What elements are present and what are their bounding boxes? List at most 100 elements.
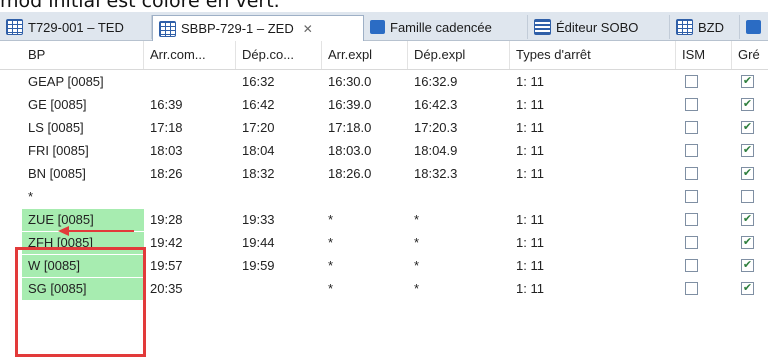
cell-arr-com[interactable]: 19:28 — [144, 209, 236, 231]
ism-checkbox[interactable] — [685, 98, 698, 111]
cell-arr-expl[interactable]: * — [322, 232, 408, 254]
table-row[interactable]: BN [0085] 18:26 18:32 18:26.0 18:32.3 1: 11 — [0, 163, 768, 185]
gre-checkbox[interactable] — [741, 282, 754, 295]
cell-arr-com[interactable]: 18:26 — [144, 163, 236, 185]
gre-checkbox[interactable] — [741, 259, 754, 272]
cell-dep-expl[interactable]: * — [408, 255, 510, 277]
tab-t729-001-ted[interactable]: T729-001 – TED — [0, 15, 152, 39]
ism-checkbox[interactable] — [685, 190, 698, 203]
cell-dep-expl[interactable]: 16:32.9 — [408, 71, 510, 93]
cell-dep-expl[interactable]: 16:42.3 — [408, 94, 510, 116]
cell-arr-com[interactable]: 19:42 — [144, 232, 236, 254]
cell-arr-com[interactable]: 17:18 — [144, 117, 236, 139]
cell-arr-com[interactable] — [144, 71, 236, 93]
gre-checkbox[interactable] — [741, 144, 754, 157]
cell-types-arret[interactable]: 1: 11 — [510, 255, 676, 277]
table-row[interactable]: LS [0085] 17:18 17:20 17:18.0 17:20.3 1: 11 — [0, 117, 768, 139]
cell-arr-com[interactable]: 18:03 — [144, 140, 236, 162]
cell-dep-co[interactable]: 17:20 — [236, 117, 322, 139]
gre-checkbox[interactable] — [741, 190, 754, 203]
gre-checkbox[interactable] — [741, 236, 754, 249]
table-row[interactable]: GEAP [0085] 16:32 16:30.0 16:32.9 1: 11 — [0, 71, 768, 93]
col-arr-expl[interactable]: Arr.expl — [322, 41, 408, 69]
cell-types-arret[interactable]: 1: 11 — [510, 71, 676, 93]
table-row[interactable]: GE [0085] 16:39 16:42 16:39.0 16:42.3 1: 11 — [0, 94, 768, 116]
tab-famille-cadencee[interactable]: Famille cadencée — [364, 15, 528, 39]
cell-arr-expl[interactable]: * — [322, 255, 408, 277]
tab-label: T729-001 – TED — [28, 19, 124, 35]
col-dep-expl[interactable]: Dép.expl — [408, 41, 510, 69]
cell-bp[interactable]: GEAP [0085] — [22, 71, 144, 93]
cell-bp[interactable]: BN [0085] — [22, 163, 144, 185]
cell-types-arret[interactable] — [510, 186, 676, 208]
ism-checkbox[interactable] — [685, 121, 698, 134]
cell-arr-expl[interactable]: 18:26.0 — [322, 163, 408, 185]
ism-checkbox[interactable] — [685, 167, 698, 180]
cell-arr-com[interactable]: 16:39 — [144, 94, 236, 116]
cell-dep-expl[interactable]: 18:04.9 — [408, 140, 510, 162]
cell-bp[interactable]: LS [0085] — [22, 117, 144, 139]
cell-dep-co[interactable]: 18:32 — [236, 163, 322, 185]
ism-checkbox[interactable] — [685, 75, 698, 88]
col-arr-com[interactable]: Arr.com... — [144, 41, 236, 69]
ism-checkbox[interactable] — [685, 282, 698, 295]
gre-checkbox[interactable] — [741, 167, 754, 180]
cell-arr-com[interactable] — [144, 186, 236, 208]
cell-dep-co[interactable] — [236, 186, 322, 208]
cell-types-arret[interactable]: 1: 11 — [510, 232, 676, 254]
tab-sbbp-729-1-zed[interactable]: SBBP-729-1 – ZED ✕ — [152, 15, 364, 41]
cell-arr-expl[interactable]: 16:30.0 — [322, 71, 408, 93]
cell-types-arret[interactable]: 1: 11 — [510, 117, 676, 139]
ism-checkbox[interactable] — [685, 213, 698, 226]
col-types-arret[interactable]: Types d'arrêt — [510, 41, 676, 69]
cell-arr-expl[interactable]: 17:18.0 — [322, 117, 408, 139]
tab-label: Éditeur SOBO — [556, 19, 639, 35]
tab-editeur-sobo[interactable]: Éditeur SOBO — [528, 15, 670, 39]
cell-dep-co[interactable]: 19:44 — [236, 232, 322, 254]
cell-arr-expl[interactable]: 16:39.0 — [322, 94, 408, 116]
table-row[interactable]: FRI [0085] 18:03 18:04 18:03.0 18:04.9 1: 11 — [0, 140, 768, 162]
cell-arr-expl[interactable]: * — [322, 209, 408, 231]
tab-bzd[interactable]: BZD — [670, 15, 740, 39]
col-ism[interactable]: ISM — [676, 41, 732, 69]
cell-arr-com[interactable]: 20:35 — [144, 278, 236, 300]
cell-dep-expl[interactable]: 17:20.3 — [408, 117, 510, 139]
cell-types-arret[interactable]: 1: 11 — [510, 209, 676, 231]
close-icon[interactable]: ✕ — [303, 22, 313, 36]
ism-checkbox[interactable] — [685, 236, 698, 249]
cell-dep-co[interactable]: 18:04 — [236, 140, 322, 162]
gre-checkbox[interactable] — [741, 121, 754, 134]
cell-types-arret[interactable]: 1: 11 — [510, 163, 676, 185]
stops-table: BP Arr.com... Dép.co... Arr.expl Dép.exp… — [0, 41, 768, 357]
cell-arr-expl[interactable] — [322, 186, 408, 208]
cell-bp[interactable]: FRI [0085] — [22, 140, 144, 162]
cell-dep-co[interactable]: 19:59 — [236, 255, 322, 277]
cell-dep-expl[interactable]: * — [408, 278, 510, 300]
cell-types-arret[interactable]: 1: 11 — [510, 140, 676, 162]
cell-dep-expl[interactable]: 18:32.3 — [408, 163, 510, 185]
cell-dep-expl[interactable] — [408, 186, 510, 208]
col-dep-co[interactable]: Dép.co... — [236, 41, 322, 69]
cell-dep-co[interactable]: 19:33 — [236, 209, 322, 231]
cell-bp[interactable]: * — [22, 186, 144, 208]
cell-dep-expl[interactable]: * — [408, 232, 510, 254]
gre-checkbox[interactable] — [741, 213, 754, 226]
gre-checkbox[interactable] — [741, 75, 754, 88]
cell-types-arret[interactable]: 1: 11 — [510, 278, 676, 300]
cell-dep-co[interactable]: 16:42 — [236, 94, 322, 116]
tab-overflow[interactable] — [740, 15, 768, 39]
gre-checkbox[interactable] — [741, 98, 754, 111]
cell-dep-expl[interactable]: * — [408, 209, 510, 231]
ism-checkbox[interactable] — [685, 259, 698, 272]
cell-dep-co[interactable] — [236, 278, 322, 300]
cell-dep-co[interactable]: 16:32 — [236, 71, 322, 93]
cell-bp[interactable]: GE [0085] — [22, 94, 144, 116]
ism-checkbox[interactable] — [685, 144, 698, 157]
table-row[interactable]: * — [0, 186, 768, 208]
cell-arr-expl[interactable]: 18:03.0 — [322, 140, 408, 162]
cell-arr-com[interactable]: 19:57 — [144, 255, 236, 277]
col-bp[interactable]: BP — [22, 41, 144, 69]
cell-types-arret[interactable]: 1: 11 — [510, 94, 676, 116]
cell-arr-expl[interactable]: * — [322, 278, 408, 300]
col-gre[interactable]: Gré — [732, 41, 768, 69]
